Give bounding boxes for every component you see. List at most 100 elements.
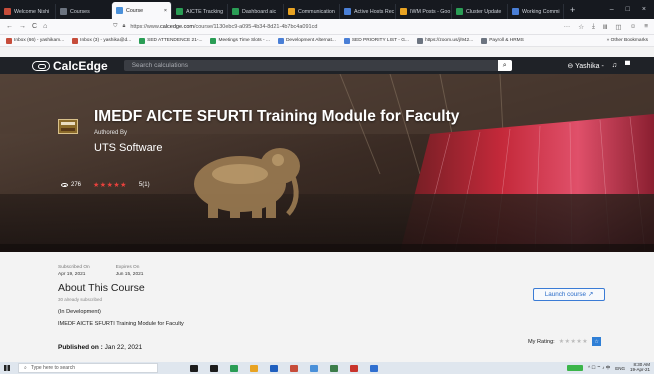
site-header: CalcEdge Search calculations ⌕ ⊖ Yashika… — [0, 57, 654, 74]
bookmark-favicon-icon — [139, 37, 146, 44]
published-date: Jan 22, 2021 — [104, 344, 143, 351]
minimize-button[interactable]: – — [610, 6, 614, 13]
tab-favicon-icon — [512, 8, 519, 15]
browser-tab[interactable]: IWM Posts - Goo — [396, 4, 452, 19]
close-tab-icon[interactable]: × — [164, 8, 167, 14]
user-area: ⊖ Yashika - ♫ ▀ — [567, 62, 630, 70]
browser-tab[interactable]: Welcome Nishi — [0, 4, 56, 19]
browser-tab[interactable]: Course × — [112, 2, 172, 19]
start-button[interactable] — [0, 362, 14, 374]
subscribed-label: Subscribed On — [58, 265, 90, 270]
maximize-button[interactable]: □ — [626, 6, 630, 13]
tray-app-icon[interactable] — [567, 365, 584, 371]
taskbar-app-icon[interactable] — [330, 364, 338, 372]
calcedge-logo[interactable]: CalcEdge — [32, 59, 108, 73]
back-button[interactable]: ← — [6, 23, 13, 30]
system-tray: ^ ☐ ⌔ ♪ 中 ENG 8:30 AM 19-Apr-21 — [567, 362, 654, 373]
bookmark-item[interactable]: SED PRIORITY LIST - G... — [343, 37, 409, 44]
language-indicator[interactable]: ENG — [615, 366, 625, 371]
tab-label: Welcome Nishi — [14, 8, 50, 15]
menu-icon[interactable]: ≡ — [644, 23, 648, 31]
taskbar-app-icon[interactable] — [270, 364, 278, 372]
rating-count: 5(1) — [138, 182, 150, 188]
expires-date: Jun 15, 2021 — [115, 272, 144, 278]
tab-label: Dashboard aic — [242, 8, 277, 15]
browser-tab[interactable]: Courses — [56, 4, 112, 19]
cart-icon[interactable]: ▀ — [625, 62, 630, 69]
user-menu[interactable]: ⊖ Yashika - — [567, 62, 603, 70]
reload-button[interactable]: C — [32, 23, 37, 30]
account-icon[interactable]: ☺ — [630, 23, 637, 31]
rate-submit-button[interactable]: ☆ — [592, 337, 602, 346]
home-button[interactable]: ⌂ — [43, 23, 47, 30]
browser-navbar: ← → C ⌂ ⛉ 🔒︎ https://www.calcedge.com/co… — [0, 19, 654, 35]
taskbar-search-input[interactable]: ⌕ Type here to search — [18, 363, 158, 373]
bookmark-item[interactable]: Inbox (3) - yashika@d... — [72, 37, 132, 44]
about-course-heading: About This Course — [58, 282, 145, 294]
tab-favicon-icon — [288, 8, 295, 15]
my-rating-label: My Rating: — [528, 338, 555, 345]
clock[interactable]: 8:30 AM 19-Apr-21 — [630, 362, 650, 373]
eye-icon — [61, 183, 68, 187]
my-rating-stars[interactable]: ★★★★★ — [559, 338, 588, 345]
sidebar-icon[interactable]: ◫ — [615, 23, 621, 31]
close-window-button[interactable]: × — [642, 6, 646, 13]
launch-course-button[interactable]: Launch course ↗ — [533, 288, 605, 301]
search-icon[interactable]: ⌕ — [497, 60, 512, 71]
bookmark-favicon-icon — [72, 37, 79, 44]
bookmark-label: Inbox (66) - yashikam... — [14, 38, 65, 43]
taskbar-app-icon[interactable] — [370, 364, 378, 372]
launch-course-label: Launch course — [544, 291, 587, 298]
forward-button[interactable]: → — [19, 23, 26, 30]
search-icon: ⌕ — [24, 365, 27, 371]
taskbar-app-icon[interactable] — [310, 364, 318, 372]
tab-favicon-icon — [116, 7, 123, 14]
other-bookmarks-link[interactable]: » Other Bookmarks — [607, 38, 648, 43]
taskbar-app-icon[interactable] — [350, 364, 358, 372]
taskbar-app-icon[interactable] — [230, 364, 238, 372]
hero-background-image — [0, 74, 654, 252]
tab-list: Welcome Nishi Courses Course × AICTE Trackin… — [0, 0, 564, 19]
browser-tab[interactable]: Active Hosts Rec — [340, 4, 396, 19]
site-search-input[interactable]: Search calculations ⌕ — [123, 60, 512, 71]
taskbar-app-icon[interactable] — [290, 364, 298, 372]
bookmark-item[interactable]: Meetings Time Slots - ... — [210, 37, 270, 44]
bookmark-item[interactable]: Payroll & HRMS — [481, 37, 524, 44]
browser-tab[interactable]: AICTE Tracking — [172, 4, 228, 19]
user-icon: ⊖ — [567, 62, 574, 70]
browser-tab[interactable]: Working Commi — [508, 4, 564, 19]
page-actions-icon[interactable]: ··· — [564, 23, 571, 31]
author-name[interactable]: UTS Software — [94, 142, 162, 154]
bookmark-item[interactable]: Development Alternat... — [277, 37, 336, 44]
browser-tab[interactable]: Communication — [284, 4, 340, 19]
course-hero-banner: IMEDF AICTE SFURTI Training Module for F… — [0, 74, 654, 252]
browser-tab[interactable]: Dashboard aic — [228, 4, 284, 19]
address-bar[interactable]: ⛉ 🔒︎ https://www.calcedge.com/course/113… — [113, 21, 547, 32]
taskbar-app-icon[interactable] — [250, 364, 258, 372]
bookmark-star-icon[interactable]: ☆ — [578, 23, 584, 31]
course-details: Subscribed On Apr 19, 2021 Expires On Ju… — [0, 252, 654, 362]
view-count-value: 276 — [71, 182, 82, 188]
search-placeholder: Search calculations — [131, 62, 189, 69]
tray-icons[interactable]: ^ ☐ ⌔ ♪ 中 — [588, 365, 610, 371]
bell-icon[interactable]: ♫ — [612, 62, 617, 69]
bookmark-item[interactable]: Inbox (66) - yashikam... — [6, 37, 65, 44]
library-icon[interactable]: Ⅲ — [603, 23, 607, 31]
view-count: 276 — [61, 182, 81, 188]
bookmark-item[interactable]: https://zoom.us/j/942... — [416, 37, 473, 44]
bookmark-item[interactable]: SED ATTENDENCE 21-... — [139, 37, 202, 44]
my-rating: My Rating: ★★★★★ ☆ — [528, 337, 602, 346]
taskbar-app-icon[interactable] — [190, 364, 198, 372]
bookmark-label: Inbox (3) - yashika@d... — [80, 38, 132, 43]
tab-favicon-icon — [60, 8, 67, 15]
bookmark-favicon-icon — [481, 37, 488, 44]
browser-tab[interactable]: Cluster Update — [452, 4, 508, 19]
taskbar-app-icon[interactable] — [210, 364, 218, 372]
taskbar-apps — [190, 364, 378, 372]
user-name: Yashika - — [575, 62, 604, 70]
bookmark-label: Meetings Time Slots - ... — [218, 38, 270, 43]
bookmark-label: Payroll & HRMS — [489, 38, 524, 43]
course-status: (In Development) — [58, 309, 101, 315]
download-icon[interactable]: ⤓ — [592, 23, 595, 31]
new-tab-button[interactable]: + — [564, 5, 581, 15]
